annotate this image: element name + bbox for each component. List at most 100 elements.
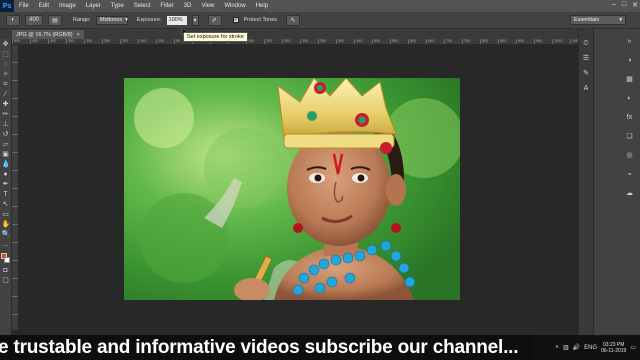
shape-tool-icon[interactable]: ▭ xyxy=(2,211,10,219)
channels-panel-icon[interactable]: ◎ xyxy=(625,151,634,160)
ruler-tick: 1000 xyxy=(552,39,570,44)
history-panel-icon[interactable]: ⏲ xyxy=(582,39,591,48)
menu-view[interactable]: View xyxy=(196,3,219,9)
ruler-tick: 200 xyxy=(120,39,138,44)
brush-preset-picker[interactable]: 400 xyxy=(25,14,43,26)
ruler-tick: 550 xyxy=(390,39,408,44)
notification-icon[interactable]: ▭ xyxy=(630,344,636,351)
menu-layer[interactable]: Layer xyxy=(81,3,106,9)
network-icon[interactable]: ▥ xyxy=(563,344,569,351)
ruler-tick: 150 xyxy=(138,39,156,44)
libraries-panel-icon[interactable]: ☁ xyxy=(625,189,634,198)
chevron-down-icon: ▾ xyxy=(125,17,128,23)
ruler-tick: 250 xyxy=(282,39,300,44)
taskbar-clock[interactable]: 03:23 PM 06-11-2019 xyxy=(601,342,626,354)
ruler-tick: 200 xyxy=(264,39,282,44)
screen-mode-icon[interactable]: ▢ xyxy=(2,277,10,285)
maximize-button[interactable]: □ xyxy=(622,1,626,9)
range-select[interactable]: Midtones ▾ xyxy=(95,15,128,25)
document-tab[interactable]: JPG @ 16.7% (RGB/8) × xyxy=(12,30,84,39)
airbrush-icon: ✐ xyxy=(212,17,218,24)
properties-panel-icon[interactable]: ☰ xyxy=(582,54,591,63)
menu-window[interactable]: Window xyxy=(219,3,250,9)
quick-mask-icon[interactable]: ◘ xyxy=(2,267,10,275)
airbrush-toggle[interactable]: ✐ xyxy=(207,14,222,26)
exposure-slider-toggle[interactable]: ▾ xyxy=(191,14,199,26)
pressure-toggle[interactable]: ✎ xyxy=(286,14,301,26)
type-tool-icon[interactable]: T xyxy=(2,191,10,199)
pen-tool-icon[interactable]: ✒ xyxy=(2,181,10,189)
tools-panel: ✥ ⬚ ◌ ✧ ⌗ ⁄ ✚ ✏ ⊥ ↺ ▱ ▣ 💧 ● ✒ T ↖ ▭ ✋ 🔍 … xyxy=(0,39,12,335)
healing-brush-tool-icon[interactable]: ✚ xyxy=(2,101,10,109)
workspace-switcher[interactable]: Essentials ▾ xyxy=(570,15,626,25)
ruler-tick: 150 xyxy=(246,39,264,44)
menu-select[interactable]: Select xyxy=(129,3,156,9)
brush-panel-icon[interactable]: ✎ xyxy=(582,69,591,78)
window-controls: – □ ✕ xyxy=(612,1,638,9)
layers-panel-icon[interactable]: ❏ xyxy=(625,132,634,141)
menu-image[interactable]: Image xyxy=(54,3,81,9)
marquee-tool-icon[interactable]: ⬚ xyxy=(2,51,10,59)
volume-icon[interactable]: 🔊 xyxy=(573,344,580,351)
move-tool-icon[interactable]: ✥ xyxy=(2,41,10,49)
swatches-panel-icon[interactable]: ▦ xyxy=(625,75,634,84)
lasso-tool-icon[interactable]: ◌ xyxy=(2,61,10,69)
protect-tones-checkbox[interactable] xyxy=(232,16,239,23)
expand-panels-icon[interactable]: » xyxy=(625,37,634,46)
styles-panel-icon[interactable]: fx xyxy=(625,113,634,122)
ruler-tick: 350 xyxy=(318,39,336,44)
adjustments-panel-icon[interactable]: ◐ xyxy=(625,94,634,103)
chevron-up-icon[interactable]: ˄ xyxy=(555,345,559,351)
chevron-down-icon: ▾ xyxy=(193,17,197,24)
path-select-tool-icon[interactable]: ↖ xyxy=(2,201,10,209)
gradient-tool-icon[interactable]: ▣ xyxy=(2,151,10,159)
menu-help[interactable]: Help xyxy=(251,3,273,9)
banner-text: e trustable and informative videos subsc… xyxy=(0,336,519,358)
dodge-tool-icon[interactable]: ● xyxy=(2,171,10,179)
range-label: Range: xyxy=(73,17,91,23)
brush-panel-toggle[interactable]: ▤ xyxy=(48,14,62,26)
range-value: Midtones xyxy=(99,17,123,23)
document-image[interactable] xyxy=(124,78,460,300)
zoom-tool-icon[interactable]: 🔍 xyxy=(2,231,11,239)
ruler-tick: 800 xyxy=(480,39,498,44)
hand-tool-icon[interactable]: ✋ xyxy=(2,221,11,229)
system-tray: ˄ ▥ 🔊 ENG 03:23 PM 06-11-2019 ▭ xyxy=(534,335,640,360)
ruler-tick: 700 xyxy=(444,39,462,44)
character-panel-icon[interactable]: A xyxy=(582,84,591,93)
history-brush-tool-icon[interactable]: ↺ xyxy=(2,131,10,139)
canvas-area[interactable] xyxy=(18,45,578,335)
color-swatches[interactable] xyxy=(0,253,11,265)
color-panel-icon[interactable]: ◑ xyxy=(625,56,634,65)
blur-tool-icon[interactable]: 💧 xyxy=(2,161,11,169)
more-tools-icon[interactable]: … xyxy=(2,241,10,249)
document-tab-bar: JPG @ 16.7% (RGB/8) × xyxy=(0,29,578,39)
close-tab-icon[interactable]: × xyxy=(77,32,80,38)
background-color-swatch[interactable] xyxy=(3,257,10,263)
exposure-input[interactable]: 100% xyxy=(166,15,187,25)
eyedropper-tool-icon[interactable]: ⁄ xyxy=(2,91,10,99)
document-title: JPG @ 16.7% (RGB/8) xyxy=(16,31,73,38)
eraser-tool-icon[interactable]: ▱ xyxy=(2,141,10,149)
exposure-tooltip: Set exposure for stroke xyxy=(183,32,248,42)
menu-type[interactable]: Type xyxy=(106,3,129,9)
menu-3d[interactable]: 3D xyxy=(179,3,197,9)
menu-edit[interactable]: Edit xyxy=(34,3,54,9)
brush-tool-icon[interactable]: ✏ xyxy=(2,111,10,119)
menu-filter[interactable]: Filter xyxy=(155,3,178,9)
clone-stamp-tool-icon[interactable]: ⊥ xyxy=(2,121,10,129)
minimize-button[interactable]: – xyxy=(612,1,616,9)
menu-file[interactable]: File xyxy=(14,3,34,9)
ruler-tick: 350 xyxy=(66,39,84,44)
ruler-tick: 950 xyxy=(534,39,552,44)
quick-select-tool-icon[interactable]: ✧ xyxy=(2,71,10,79)
workspace-label: Essentials xyxy=(574,17,600,23)
ruler-tick: 450 xyxy=(354,39,372,44)
crop-tool-icon[interactable]: ⌗ xyxy=(2,81,10,89)
ruler-tick: 900 xyxy=(516,39,534,44)
tool-preset-picker[interactable]: ◐ xyxy=(6,14,20,26)
language-indicator[interactable]: ENG xyxy=(584,345,597,351)
close-window-button[interactable]: ✕ xyxy=(632,1,638,9)
paths-panel-icon[interactable]: ⌁ xyxy=(625,170,634,179)
child-krishna-photo xyxy=(124,78,460,300)
